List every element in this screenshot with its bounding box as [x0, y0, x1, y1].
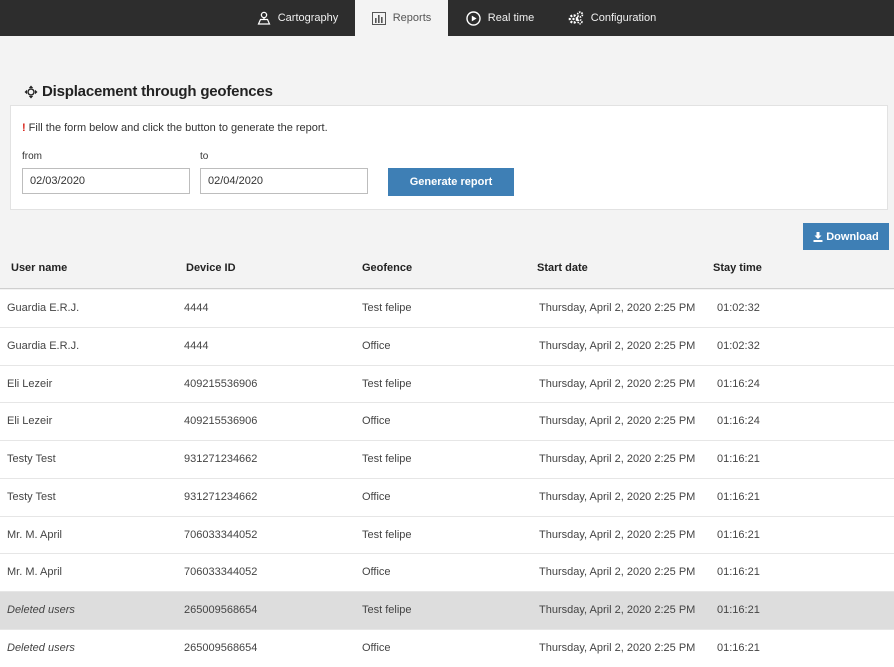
- start-date-cell: Thursday, April 2, 2020 2:25 PM: [539, 415, 696, 428]
- from-label: from: [22, 151, 42, 162]
- stay-time-cell: 01:16:21: [717, 528, 760, 541]
- device-id-cell: 706033344052: [184, 566, 258, 579]
- device-id-cell: 265009568654: [184, 641, 258, 654]
- device-id-cell: 409215536906: [184, 415, 258, 428]
- gears-icon: [568, 11, 584, 25]
- geofence-cell: Test felipe: [362, 453, 412, 465]
- stay-time-cell: 01:16:21: [717, 566, 760, 579]
- user-name-cell: Deleted users: [7, 641, 75, 654]
- device-id-cell: 706033344052: [184, 528, 258, 541]
- column-header-stay-time[interactable]: Stay time: [713, 262, 762, 274]
- to-date-input[interactable]: 02/04/2020: [200, 168, 368, 194]
- device-id-cell: 4444: [184, 339, 209, 352]
- from-date-input[interactable]: 02/03/2020: [22, 168, 190, 194]
- geofence-cell: Office: [362, 415, 391, 428]
- start-date-cell: Thursday, April 2, 2020 2:25 PM: [539, 604, 696, 616]
- start-date-cell: Thursday, April 2, 2020 2:25 PM: [539, 528, 696, 541]
- table-row[interactable]: Mr. M. April 706033344052 Test felipe Thurs…: [0, 516, 894, 555]
- stay-time-cell: 01:16:21: [717, 453, 760, 465]
- tab-real-time[interactable]: Real time: [448, 0, 552, 36]
- tab-reports[interactable]: Reports: [355, 0, 448, 36]
- table-row[interactable]: Eli Lezeir 409215536906 Test felipe Thursda…: [0, 365, 894, 404]
- geofence-cell: Test felipe: [362, 604, 412, 616]
- user-name-cell: Eli Lezeir: [7, 415, 53, 428]
- page-title: Displacement through geofences: [24, 83, 273, 100]
- user-name-cell: Testy Test: [7, 490, 56, 503]
- start-date-cell: Thursday, April 2, 2020 2:25 PM: [539, 302, 696, 314]
- tab-label: Reports: [392, 12, 432, 24]
- tab-label: Cartography: [277, 12, 339, 24]
- table-row[interactable]: Deleted users 265009568654 Office Thursday,…: [0, 629, 894, 667]
- alert-mark: !: [22, 122, 26, 134]
- tab-cartography[interactable]: Cartography: [240, 0, 355, 36]
- stay-time-cell: 01:16:21: [717, 604, 760, 616]
- user-name-cell: Mr. M. April: [7, 566, 63, 579]
- stay-time-cell: 01:16:24: [717, 377, 760, 390]
- start-date-cell: Thursday, April 2, 2020 2:25 PM: [539, 566, 696, 579]
- stay-time-cell: 01:16:21: [717, 641, 760, 654]
- stay-time-cell: 01:02:32: [717, 339, 760, 352]
- generate-report-button[interactable]: Generate report: [388, 168, 514, 196]
- tab-label: Real time: [487, 12, 535, 24]
- download-icon: [813, 231, 823, 242]
- stay-time-cell: 01:16:21: [717, 490, 760, 503]
- bar-chart-icon: [371, 11, 386, 25]
- column-header-geofence[interactable]: Geofence: [362, 262, 412, 274]
- start-date-cell: Thursday, April 2, 2020 2:25 PM: [539, 490, 696, 503]
- start-date-cell: Thursday, April 2, 2020 2:25 PM: [539, 641, 696, 654]
- form-notice: ! Fill the form below and click the butto…: [22, 122, 328, 134]
- column-header-start-date[interactable]: Start date: [537, 262, 588, 274]
- geofence-cell: Test felipe: [362, 302, 412, 314]
- table-body: Guardia E.R.J. 4444 Test felipe Thursday, A…: [0, 290, 894, 667]
- download-button[interactable]: Download: [803, 223, 889, 250]
- stay-time-cell: 01:02:32: [717, 302, 760, 314]
- tab-configuration[interactable]: Configuration: [552, 0, 672, 36]
- table-row[interactable]: Mr. M. April 706033344052 Office Thursday, …: [0, 554, 894, 592]
- stay-time-cell: 01:16:24: [717, 415, 760, 428]
- start-date-cell: Thursday, April 2, 2020 2:25 PM: [539, 453, 696, 465]
- play-circle-icon: [466, 10, 481, 26]
- top-navigation-bar: Cartography Reports Real time Configurat…: [0, 0, 894, 36]
- table-row[interactable]: Deleted users 265009568654 Test felipe Thur…: [0, 592, 894, 630]
- to-label: to: [200, 151, 209, 162]
- column-header-device-id[interactable]: Device ID: [186, 262, 236, 274]
- move-arrows-icon: [24, 85, 38, 98]
- start-date-cell: Thursday, April 2, 2020 2:25 PM: [539, 377, 696, 390]
- geofence-cell: Office: [362, 566, 391, 579]
- user-name-cell: Guardia E.R.J.: [7, 339, 80, 352]
- device-id-cell: 931271234662: [184, 453, 258, 465]
- download-label: Download: [826, 230, 879, 243]
- user-name-cell: Testy Test: [7, 453, 56, 465]
- geofence-cell: Test felipe: [362, 377, 412, 390]
- table-row[interactable]: Guardia E.R.J. 4444 Office Thursday, April …: [0, 327, 894, 366]
- table-row[interactable]: Guardia E.R.J. 4444 Test felipe Thursday, A…: [0, 290, 894, 328]
- table-row[interactable]: Testy Test 931271234662 Test felipe Thursda…: [0, 441, 894, 479]
- table-row[interactable]: Testy Test 931271234662 Office Thursday, Ap…: [0, 478, 894, 517]
- column-header-user-name[interactable]: User name: [11, 262, 67, 274]
- device-id-cell: 931271234662: [184, 490, 258, 503]
- device-id-cell: 265009568654: [184, 604, 258, 616]
- start-date-cell: Thursday, April 2, 2020 2:25 PM: [539, 339, 696, 352]
- page-title-text: Displacement through geofences: [42, 83, 273, 100]
- user-name-cell: Mr. M. April: [7, 528, 63, 541]
- notice-text: Fill the form below and click the button…: [28, 122, 328, 134]
- tab-label: Configuration: [590, 12, 657, 24]
- device-id-cell: 4444: [184, 302, 209, 314]
- geofence-cell: Office: [362, 641, 391, 654]
- user-name-cell: Guardia E.R.J.: [7, 302, 80, 314]
- user-name-cell: Deleted users: [7, 604, 75, 616]
- geofence-cell: Test felipe: [362, 528, 412, 541]
- map-person-icon: [257, 11, 271, 25]
- user-name-cell: Eli Lezeir: [7, 377, 53, 390]
- geofence-cell: Office: [362, 490, 391, 503]
- geofence-cell: Office: [362, 339, 391, 352]
- table-row[interactable]: Eli Lezeir 409215536906 Office Thursday, Ap…: [0, 403, 894, 441]
- report-form: ! Fill the form below and click the butto…: [10, 105, 888, 210]
- device-id-cell: 409215536906: [184, 377, 258, 390]
- table-header: User name Device ID Geofence Start date …: [0, 252, 894, 289]
